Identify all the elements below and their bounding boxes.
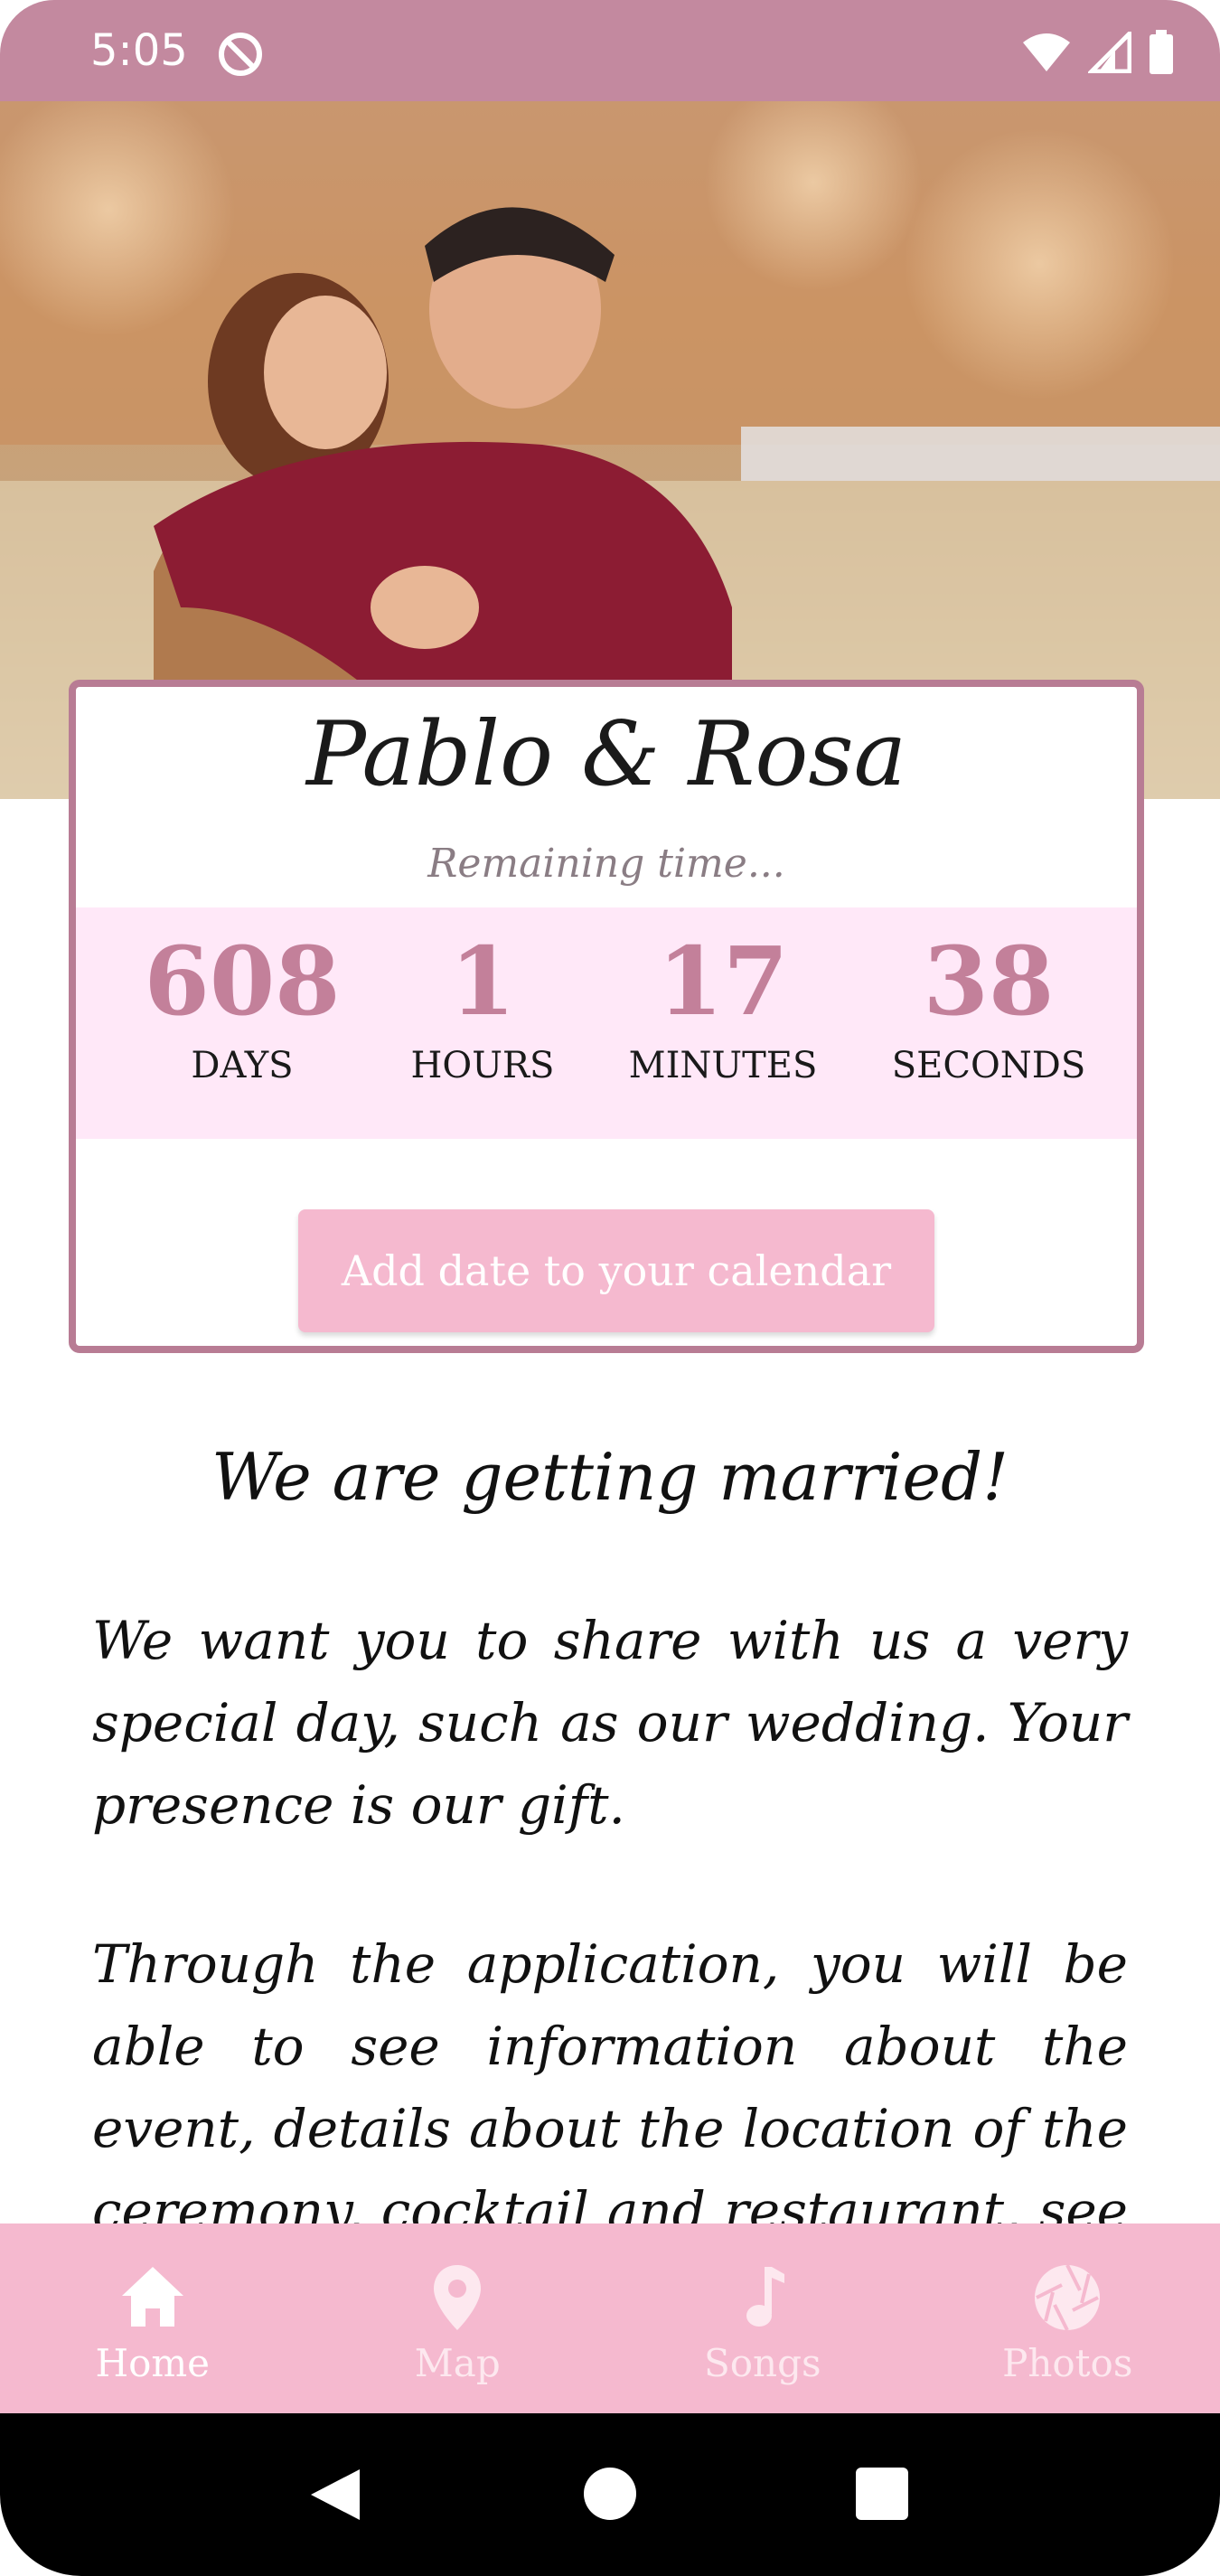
intro-paragraph: We want you to share with us a very spec… (92, 1610, 1128, 1836)
music-note-icon (746, 2267, 784, 2327)
countdown-band: 608 DAYS 1 HOURS 17 MINUTES 38 SECONDS (76, 907, 1137, 1139)
counter-days: 608 DAYS (125, 907, 360, 1086)
status-bar: 5:05 (0, 0, 1220, 101)
map-pin-icon (434, 2265, 482, 2330)
camera-aperture-icon (1035, 2264, 1101, 2331)
counter-seconds: 38 SECONDS (871, 907, 1106, 1086)
nav-label-photos: Photos (1002, 2341, 1133, 2385)
days-label: DAYS (191, 1045, 294, 1086)
home-icon (121, 2267, 183, 2327)
seconds-label: SECONDS (891, 1045, 1086, 1086)
nav-item-home[interactable]: Home (0, 2223, 305, 2413)
countdown-card: Pablo & Rosa Remaining time... 608 DAYS … (69, 680, 1144, 1353)
seconds-value: 38 (923, 926, 1055, 1037)
status-time: 5:05 (90, 25, 188, 76)
back-icon[interactable] (305, 2468, 363, 2522)
nav-item-map[interactable]: Map (305, 2223, 611, 2413)
nav-item-photos[interactable]: Photos (915, 2223, 1220, 2413)
minutes-value: 17 (657, 926, 789, 1037)
hours-value: 1 (449, 926, 516, 1037)
nav-item-songs[interactable]: Songs (610, 2223, 915, 2413)
nav-label-songs: Songs (703, 2341, 821, 2385)
wifi-icon (1023, 33, 1070, 71)
add-to-calendar-button[interactable]: Add date to your calendar (298, 1209, 934, 1332)
battery-icon (1150, 30, 1173, 74)
counter-hours: 1 HOURS (365, 907, 600, 1086)
signal-icon (1088, 32, 1131, 73)
status-icons (1021, 27, 1175, 78)
bottom-nav: Home Map Songs Photos (0, 2223, 1220, 2413)
counter-minutes: 17 MINUTES (605, 907, 840, 1086)
dnd-icon (219, 33, 262, 76)
couple-names: Pablo & Rosa (305, 703, 907, 806)
remaining-time-label: Remaining time... (427, 841, 785, 887)
days-value: 608 (144, 926, 341, 1037)
nav-label-map: Map (414, 2341, 501, 2385)
minutes-label: MINUTES (628, 1045, 818, 1086)
page-heading: We are getting married! (211, 1439, 1009, 1515)
hours-label: HOURS (410, 1045, 555, 1086)
home-circle-icon[interactable] (584, 2468, 636, 2520)
nav-label-home: Home (95, 2341, 211, 2385)
system-nav-bar (0, 2413, 1220, 2576)
recents-icon[interactable] (856, 2468, 908, 2520)
